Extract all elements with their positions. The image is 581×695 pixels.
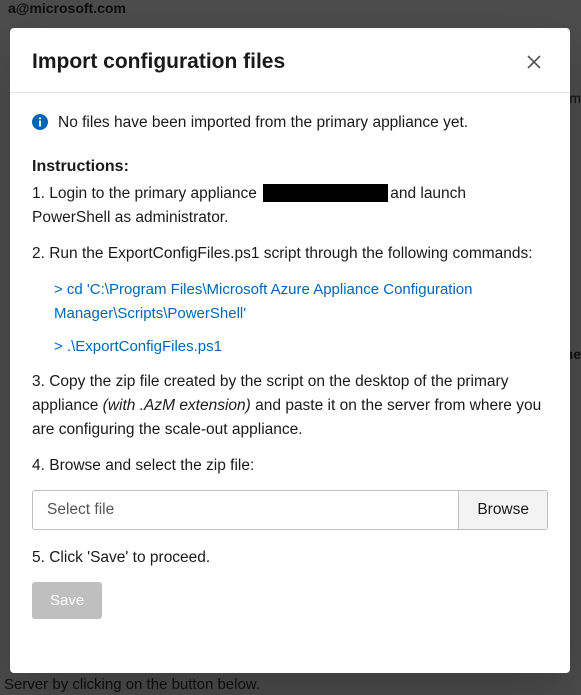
- save-button[interactable]: Save: [32, 582, 102, 619]
- step1-prefix: 1. Login to the primary appliance: [32, 185, 261, 202]
- redacted-appliance-name: [263, 184, 388, 202]
- browse-button[interactable]: Browse: [458, 491, 547, 529]
- modal-header: Import configuration files: [10, 28, 570, 93]
- modal-body: No files have been imported from the pri…: [10, 93, 570, 673]
- info-message: No files have been imported from the pri…: [58, 111, 468, 134]
- file-path-input[interactable]: [33, 491, 458, 529]
- instructions-heading: Instructions:: [32, 158, 548, 176]
- command-run-script: > .\ExportConfigFiles.ps1: [54, 335, 548, 358]
- close-icon: [527, 55, 541, 69]
- instruction-step-4: 4. Browse and select the zip file:: [32, 454, 548, 478]
- file-picker-row: Browse: [32, 490, 548, 530]
- modal-title: Import configuration files: [32, 50, 285, 74]
- instruction-step-5: 5. Click 'Save' to proceed.: [32, 546, 548, 570]
- command-block: > cd 'C:\Program Files\Microsoft Azure A…: [32, 278, 548, 358]
- close-button[interactable]: [520, 48, 548, 76]
- instruction-step-1: 1. Login to the primary appliance and la…: [32, 182, 548, 230]
- command-cd: > cd 'C:\Program Files\Microsoft Azure A…: [54, 278, 548, 325]
- info-icon: [32, 114, 48, 130]
- info-banner: No files have been imported from the pri…: [32, 111, 548, 134]
- import-config-modal: Import configuration files No files have…: [10, 28, 570, 673]
- step3-extension-note: (with .AzM extension): [103, 397, 251, 414]
- instruction-step-2: 2. Run the ExportConfigFiles.ps1 script …: [32, 242, 548, 266]
- instruction-step-3: 3. Copy the zip file created by the scri…: [32, 370, 548, 442]
